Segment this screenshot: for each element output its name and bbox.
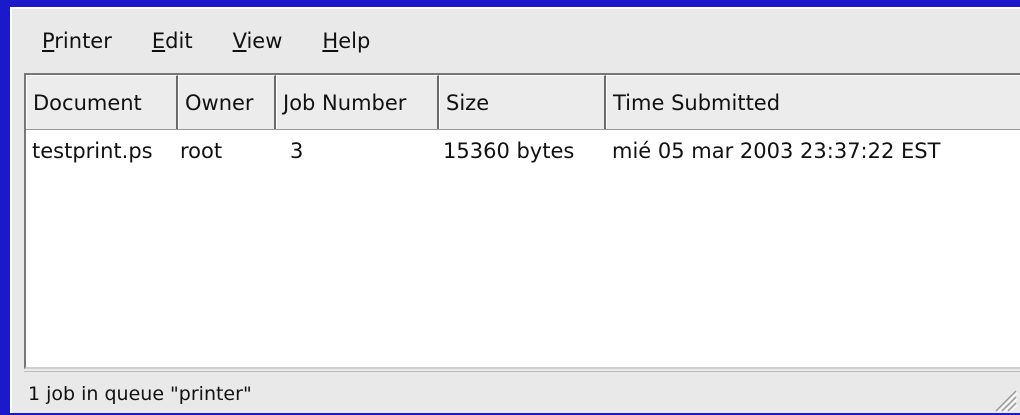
menu-printer-label: rinter [54, 29, 112, 53]
cell-size: 15360 bytes [443, 139, 575, 163]
menu-edit-label: dit [165, 29, 193, 53]
menubar: Printer Edit View Help [12, 9, 1020, 73]
cell-time-submitted: mié 05 mar 2003 23:37:22 EST [612, 139, 941, 163]
table-row[interactable]: testprint.ps root 3 15360 bytes mié 05 m… [26, 130, 1020, 172]
cell-job-number: 3 [290, 139, 304, 163]
column-header-document[interactable]: Document [26, 75, 178, 129]
menu-edit-mnemonic: E [151, 29, 166, 53]
menu-help-label: elp [338, 29, 371, 53]
print-queue-window: Printer Edit View Help Document Owner Jo… [10, 7, 1020, 413]
cell-document: testprint.ps [32, 139, 153, 163]
column-header-owner[interactable]: Owner [178, 75, 276, 129]
job-list[interactable]: Document Owner Job Number Size Time Subm… [24, 73, 1020, 369]
resize-grip-icon[interactable] [988, 383, 1018, 413]
status-bar: 1 job in queue "printer" [24, 371, 1020, 415]
menu-printer[interactable]: Printer [42, 29, 112, 53]
column-header-job-number[interactable]: Job Number [276, 75, 439, 129]
status-text: 1 job in queue "printer" [28, 382, 252, 405]
menu-view-mnemonic: V [232, 29, 247, 53]
table-header: Document Owner Job Number Size Time Subm… [26, 75, 1020, 130]
menu-view[interactable]: View [233, 29, 283, 53]
menu-help-mnemonic: H [322, 29, 339, 53]
menu-printer-mnemonic: P [42, 29, 55, 53]
menu-view-label: iew [246, 29, 283, 53]
menu-help[interactable]: Help [322, 29, 370, 53]
column-header-time-submitted[interactable]: Time Submitted [606, 75, 1020, 129]
menu-edit[interactable]: Edit [152, 29, 193, 53]
cell-owner: root [180, 139, 223, 163]
column-header-size[interactable]: Size [439, 75, 606, 129]
